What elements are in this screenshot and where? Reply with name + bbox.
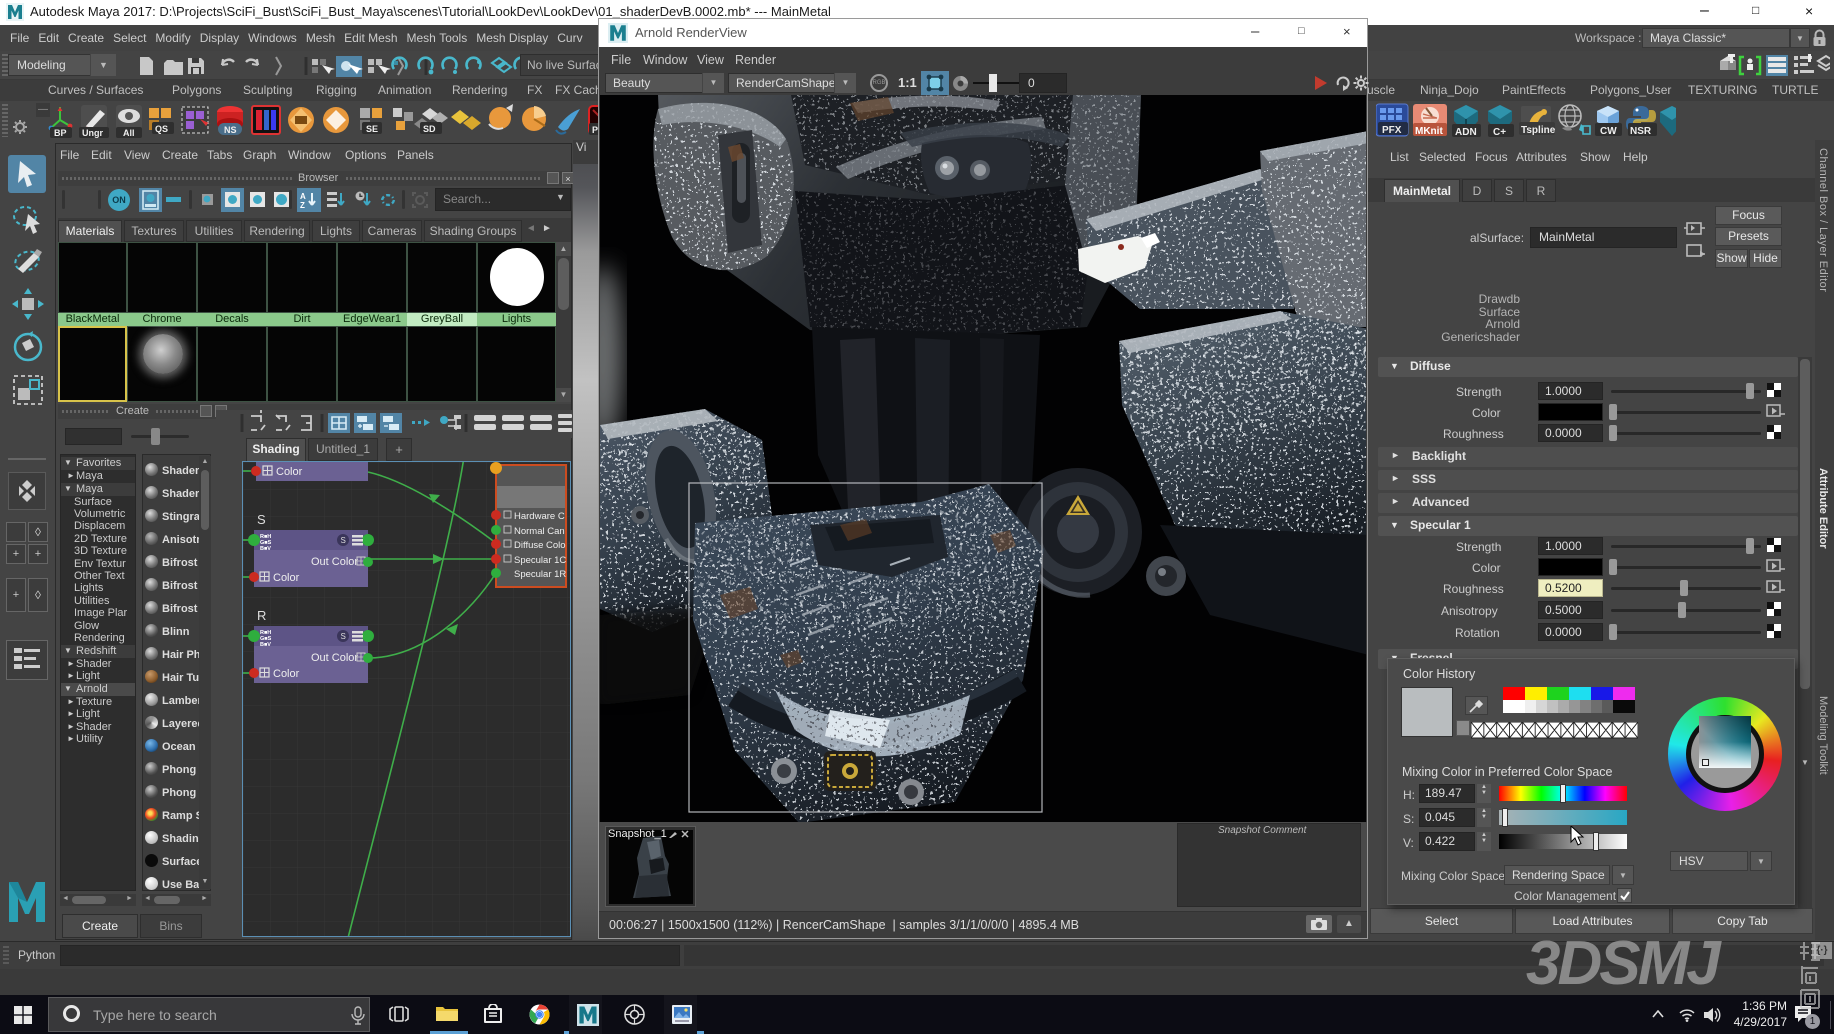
svg-text:S: S: [341, 536, 346, 545]
svg-text:Hardware C: Hardware C: [514, 511, 565, 522]
svg-text:BP: BP: [54, 128, 67, 138]
svg-text:NSR: NSR: [1630, 126, 1652, 137]
svg-text:Color: Color: [276, 466, 303, 478]
svg-text:MKnit: MKnit: [1415, 126, 1443, 137]
svg-text:PFX: PFX: [1382, 125, 1402, 136]
svg-text:A: A: [300, 192, 306, 201]
svg-text:S: S: [257, 512, 266, 527]
svg-text:Ungr: Ungr: [82, 128, 103, 138]
svg-text:R: R: [257, 608, 266, 623]
svg-text:CW: CW: [1600, 126, 1617, 137]
svg-text:B■V: B■V: [260, 642, 271, 648]
svg-text:Out Color: Out Color: [311, 652, 358, 664]
svg-text:S: S: [341, 632, 346, 641]
svg-text:ADN: ADN: [1455, 127, 1477, 138]
svg-text:NS: NS: [224, 125, 237, 135]
svg-text:Color: Color: [273, 668, 300, 680]
svg-text:SD: SD: [423, 124, 436, 134]
svg-text:Out Color: Out Color: [311, 556, 358, 568]
svg-text:All: All: [123, 128, 135, 138]
svg-text:Specular 1C: Specular 1C: [514, 555, 566, 566]
svg-text:Normal Can: Normal Can: [514, 526, 565, 537]
svg-text:Z: Z: [300, 201, 305, 210]
svg-text:Specular 1R: Specular 1R: [514, 569, 566, 580]
svg-text:Diffuse Colo: Diffuse Colo: [514, 540, 566, 551]
svg-text:C+: C+: [1493, 127, 1506, 138]
svg-text:B■V: B■V: [260, 546, 271, 552]
svg-text:QS: QS: [155, 124, 168, 134]
svg-text:Color: Color: [273, 572, 300, 584]
svg-text:Tspline: Tspline: [1521, 125, 1556, 136]
svg-text:SE: SE: [366, 124, 378, 134]
